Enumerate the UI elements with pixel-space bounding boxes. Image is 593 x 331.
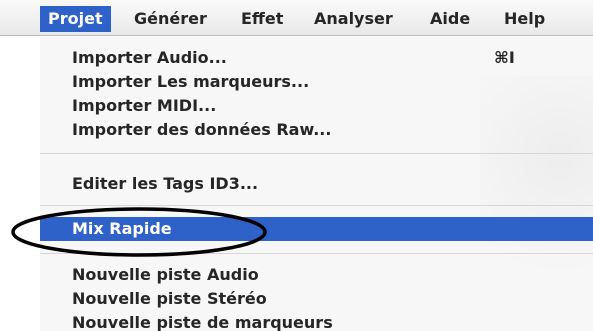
menu-separator xyxy=(40,205,593,206)
menu-item-label: Importer Audio... xyxy=(72,48,227,67)
menu-item-editer-tags-id3[interactable]: Editer les Tags ID3... xyxy=(40,172,593,196)
menu-help[interactable]: Help xyxy=(496,6,553,32)
menu-item-nouvelle-piste-audio[interactable]: Nouvelle piste Audio xyxy=(40,263,593,287)
menu-item-mix-rapide[interactable]: Mix Rapide xyxy=(40,217,593,241)
menu-item-nouvelle-piste-stereo[interactable]: Nouvelle piste Stéréo xyxy=(40,287,593,311)
menu-effet[interactable]: Effet xyxy=(233,6,291,32)
menu-item-label: Importer MIDI... xyxy=(72,96,217,115)
menu-analyser[interactable]: Analyser xyxy=(306,6,401,32)
menu-item-importer-midi[interactable]: Importer MIDI... xyxy=(40,94,593,118)
menu-item-label: Mix Rapide xyxy=(72,219,172,238)
projet-dropdown-menu: Importer Audio... ⌘I Importer Les marque… xyxy=(40,36,593,331)
menu-aide[interactable]: Aide xyxy=(422,6,478,32)
menu-item-nouvelle-piste-marqueurs[interactable]: Nouvelle piste de marqueurs xyxy=(40,311,593,331)
menu-item-label: Nouvelle piste Audio xyxy=(72,265,259,284)
menu-item-importer-raw[interactable]: Importer des données Raw... xyxy=(40,118,593,142)
menu-generer[interactable]: Générer xyxy=(126,6,215,32)
menu-item-label: Importer Les marqueurs... xyxy=(72,72,310,91)
keyboard-shortcut: ⌘I xyxy=(494,48,515,67)
menu-item-importer-marqueurs[interactable]: Importer Les marqueurs... xyxy=(40,70,593,94)
menu-separator xyxy=(40,253,593,254)
menu-separator xyxy=(40,153,593,154)
menu-item-label: Nouvelle piste Stéréo xyxy=(72,289,267,308)
menu-item-label: Nouvelle piste de marqueurs xyxy=(72,313,333,331)
menu-item-label: Importer des données Raw... xyxy=(72,120,332,139)
menu-item-label: Editer les Tags ID3... xyxy=(72,174,259,193)
menu-item-importer-audio[interactable]: Importer Audio... ⌘I xyxy=(40,46,593,70)
menu-projet[interactable]: Projet xyxy=(40,6,111,32)
menu-bar: Projet Générer Effet Analyser Aide Help xyxy=(0,0,593,36)
